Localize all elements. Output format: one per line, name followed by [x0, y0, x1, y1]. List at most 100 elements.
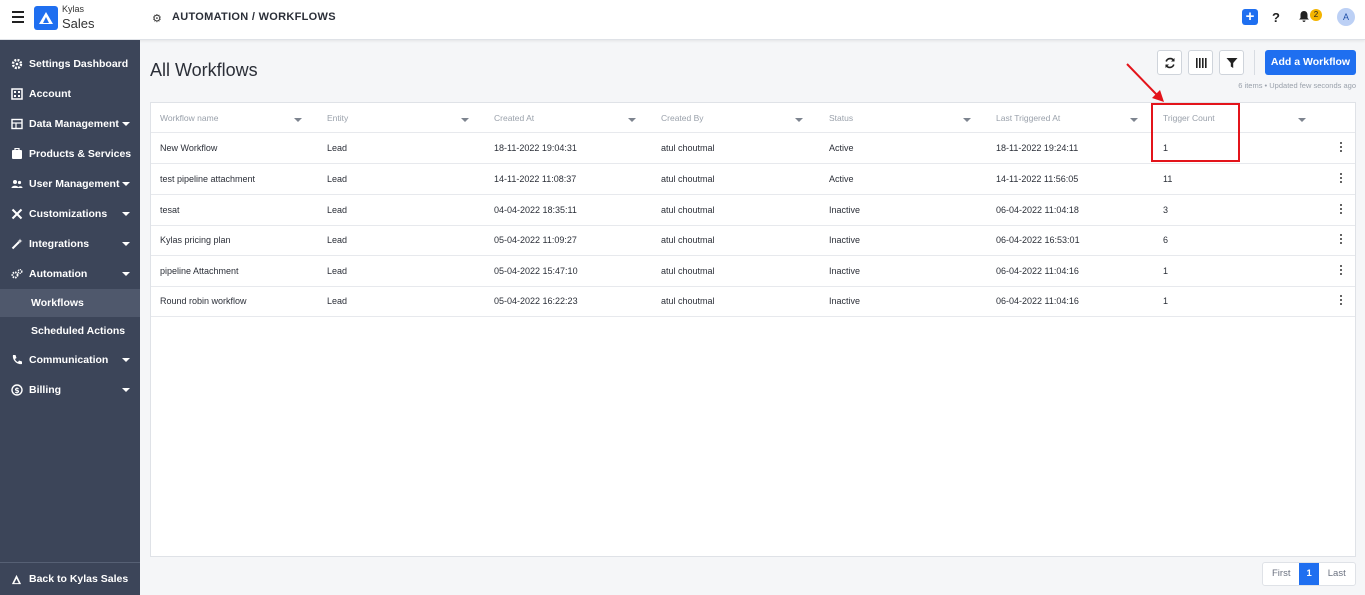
pagination-first-button[interactable]: First — [1263, 563, 1299, 585]
quick-add-button[interactable]: + — [1242, 9, 1258, 25]
sort-caret-icon[interactable] — [1298, 118, 1306, 122]
sort-caret-icon[interactable] — [461, 118, 469, 122]
brand-product: Sales — [62, 16, 95, 31]
back-to-kylas-sales-link[interactable]: Back to Kylas Sales — [0, 562, 140, 595]
cell-last-triggered-at: 18-11-2022 19:24:11 — [996, 143, 1079, 153]
caret-down-icon — [122, 388, 130, 392]
sort-caret-icon[interactable] — [963, 118, 971, 122]
columns-icon — [1196, 58, 1207, 68]
sidebar-item-label: User Management — [29, 178, 120, 190]
cell-entity: Lead — [327, 235, 348, 245]
tools-icon — [11, 208, 23, 220]
cell-workflow-name[interactable]: Round robin workflow — [160, 296, 247, 306]
kylas-logo-icon — [11, 574, 22, 585]
sidebar-item-label: Communication — [29, 354, 109, 366]
sidebar-item-label: Billing — [29, 384, 62, 396]
column-header-status[interactable]: Status — [829, 113, 853, 123]
row-actions-kebab-icon[interactable] — [1339, 204, 1343, 216]
pagination-last-button[interactable]: Last — [1319, 563, 1355, 585]
sort-caret-icon[interactable] — [795, 118, 803, 122]
table-icon — [11, 118, 23, 130]
workflows-table: Workflow name Entity Created At Created … — [150, 102, 1356, 557]
column-header-workflow-name[interactable]: Workflow name — [160, 113, 218, 123]
help-icon[interactable]: ? — [1272, 10, 1280, 25]
sort-caret-icon[interactable] — [294, 118, 302, 122]
sidebar-item-integrations[interactable]: Integrations — [0, 229, 140, 259]
row-actions-kebab-icon[interactable] — [1339, 295, 1343, 307]
sidebar-subitem-workflows[interactable]: Workflows — [0, 289, 140, 317]
pagination-current-page[interactable]: 1 — [1299, 563, 1319, 585]
row-actions-kebab-icon[interactable] — [1339, 173, 1343, 185]
column-header-created-at[interactable]: Created At — [494, 113, 534, 123]
column-header-created-by[interactable]: Created By — [661, 113, 704, 123]
sidebar-item-customizations[interactable]: Customizations — [0, 199, 140, 229]
sidebar-item-label: Account — [29, 88, 71, 100]
building-icon — [11, 88, 23, 100]
column-header-last-triggered-at[interactable]: Last Triggered At — [996, 113, 1060, 123]
table-row[interactable]: pipeline Attachment Lead 05-04-2022 15:4… — [151, 256, 1355, 287]
table-row[interactable]: tesat Lead 04-04-2022 18:35:11 atul chou… — [151, 195, 1355, 226]
cell-workflow-name[interactable]: tesat — [160, 205, 180, 215]
sidebar-item-products-services[interactable]: Products & Services — [0, 139, 140, 169]
sidebar-subitem-scheduled-actions[interactable]: Scheduled Actions — [0, 317, 140, 345]
cell-workflow-name[interactable]: test pipeline attachment — [160, 174, 255, 184]
columns-button[interactable] — [1188, 50, 1213, 75]
caret-down-icon — [122, 272, 130, 276]
cell-created-by: atul choutmal — [661, 235, 715, 245]
sidebar-item-label: Customizations — [29, 208, 108, 220]
sidebar-item-account[interactable]: Account — [0, 79, 140, 109]
add-workflow-button[interactable]: Add a Workflow — [1265, 50, 1356, 75]
caret-down-icon — [122, 122, 130, 126]
cell-workflow-name[interactable]: Kylas pricing plan — [160, 235, 231, 245]
cell-status: Inactive — [829, 205, 861, 215]
table-row[interactable]: Round robin workflow Lead 05-04-2022 16:… — [151, 286, 1355, 317]
cell-trigger-count: 11 — [1163, 174, 1173, 184]
wand-icon — [11, 238, 23, 250]
cogs-icon: ⚙ — [152, 13, 162, 25]
kylas-logo-icon — [34, 6, 58, 30]
sort-caret-icon[interactable] — [628, 118, 636, 122]
user-avatar[interactable]: A — [1337, 8, 1355, 26]
cell-status: Inactive — [829, 296, 861, 306]
table-row[interactable]: Kylas pricing plan Lead 05-04-2022 11:09… — [151, 225, 1355, 256]
row-actions-kebab-icon[interactable] — [1339, 142, 1343, 154]
hamburger-menu-icon[interactable] — [12, 11, 24, 23]
table-row[interactable]: test pipeline attachment Lead 14-11-2022… — [151, 164, 1355, 195]
sidebar: Settings Dashboard Account Data Manageme… — [0, 40, 140, 595]
sidebar-item-billing[interactable]: $ Billing — [0, 375, 140, 405]
cogs-icon — [11, 269, 23, 279]
row-actions-kebab-icon[interactable] — [1339, 265, 1343, 277]
cell-entity: Lead — [327, 205, 348, 215]
annotation-highlight-box — [1151, 103, 1240, 162]
sort-caret-icon[interactable] — [1130, 118, 1138, 122]
cell-created-by: atul choutmal — [661, 174, 715, 184]
users-icon — [11, 180, 23, 188]
page-title: All Workflows — [150, 60, 258, 80]
sidebar-item-user-management[interactable]: User Management — [0, 169, 140, 199]
brand-name: Kylas — [62, 4, 85, 14]
caret-down-icon — [122, 182, 130, 186]
sidebar-item-data-management[interactable]: Data Management — [0, 109, 140, 139]
cell-trigger-count: 1 — [1163, 296, 1169, 306]
sidebar-item-label: Settings Dashboard — [29, 58, 129, 70]
cell-workflow-name[interactable]: New Workflow — [160, 143, 217, 153]
toolbar-divider — [1254, 50, 1255, 75]
row-actions-kebab-icon[interactable] — [1339, 234, 1343, 246]
cell-last-triggered-at: 14-11-2022 11:56:05 — [996, 174, 1079, 184]
column-header-entity[interactable]: Entity — [327, 113, 348, 123]
cell-workflow-name[interactable]: pipeline Attachment — [160, 266, 239, 276]
cell-trigger-count: 3 — [1163, 205, 1169, 215]
cell-created-at: 04-04-2022 18:35:11 — [494, 205, 577, 215]
sidebar-item-automation[interactable]: Automation — [0, 259, 140, 289]
breadcrumb: AUTOMATION / WORKFLOWS — [172, 11, 336, 23]
cell-created-at: 18-11-2022 19:04:31 — [494, 143, 577, 153]
cell-last-triggered-at: 06-04-2022 11:04:18 — [996, 205, 1079, 215]
cell-entity: Lead — [327, 143, 348, 153]
sidebar-item-communication[interactable]: Communication — [0, 345, 140, 375]
list-meta-info: 6 items • Updated few seconds ago — [1238, 81, 1356, 90]
filter-button[interactable] — [1219, 50, 1244, 75]
bell-icon[interactable] — [1299, 11, 1309, 22]
cell-status: Inactive — [829, 235, 861, 245]
cell-last-triggered-at: 06-04-2022 11:04:16 — [996, 266, 1079, 276]
sidebar-item-settings-dashboard[interactable]: Settings Dashboard — [0, 49, 140, 79]
